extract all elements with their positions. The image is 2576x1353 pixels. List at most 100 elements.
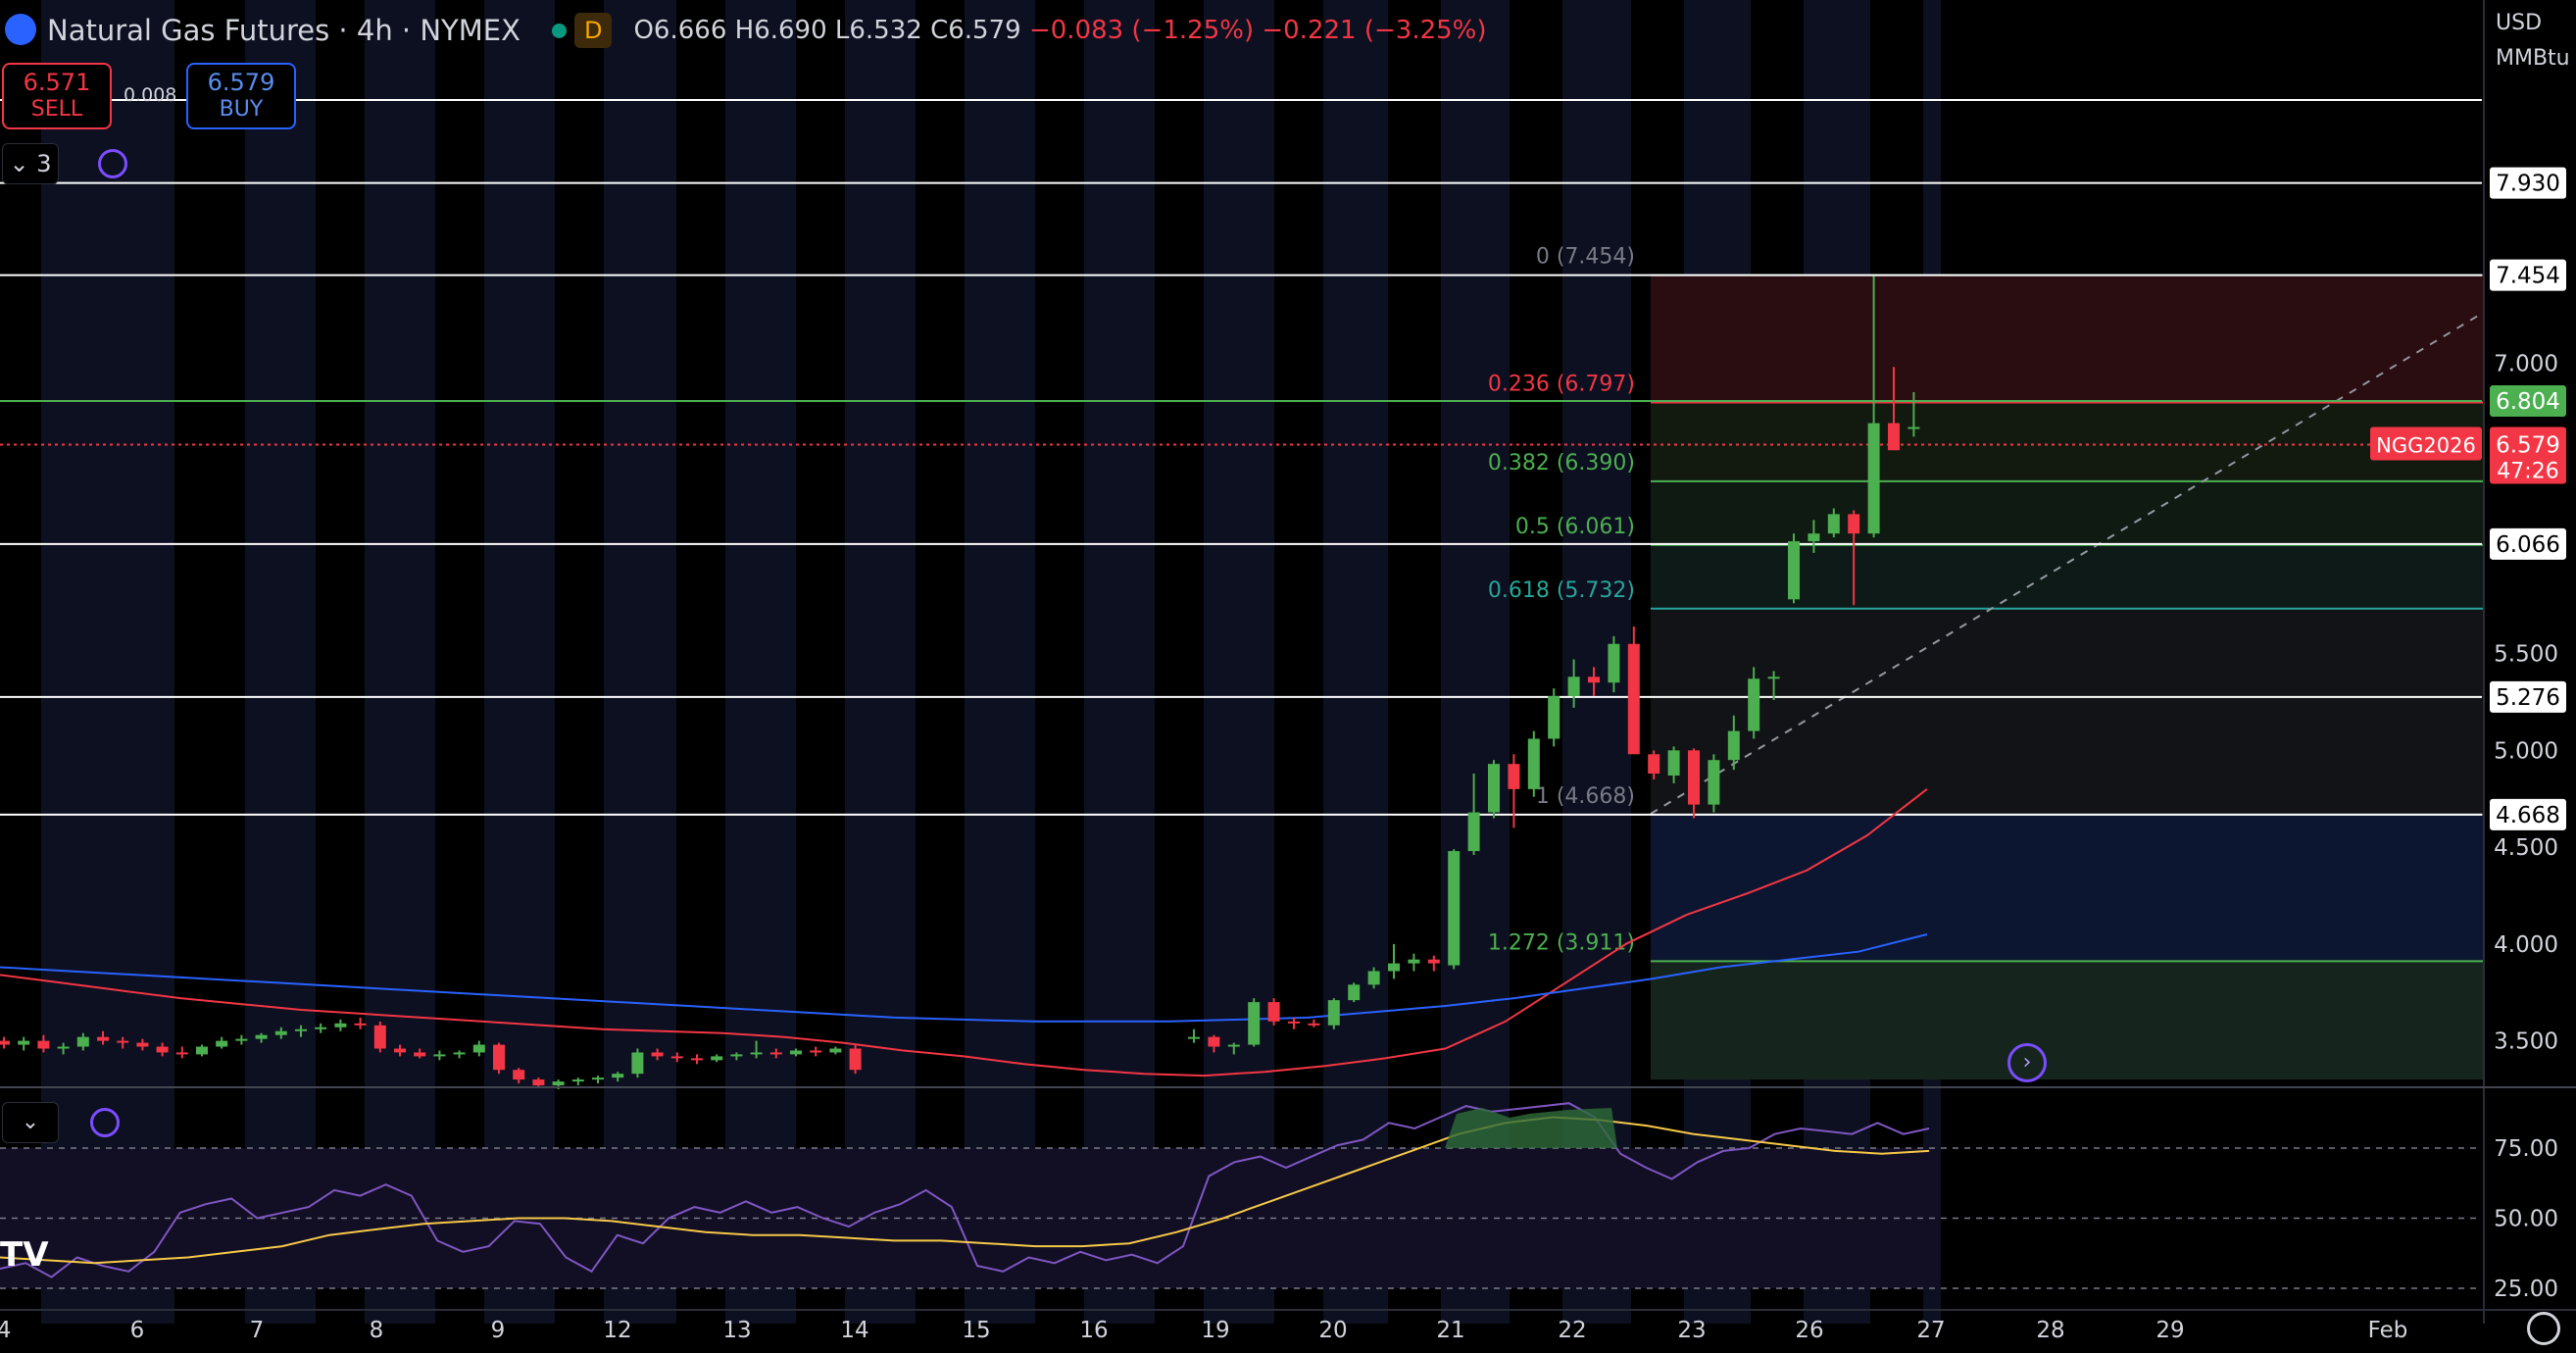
candle-body <box>1848 514 1860 534</box>
x-axis-tick-label: 16 <box>1079 1318 1108 1343</box>
candle <box>1627 626 1640 755</box>
buy-label: BUY <box>219 97 264 122</box>
candle-body <box>513 1070 525 1080</box>
session-band <box>1084 0 1155 1324</box>
price-chart[interactable]: 0 (7.454) 0.236 (6.797) 0.382 (6.390) 0.5 (… <box>0 0 2576 1353</box>
symbol-header: Natural Gas Futures · 4h · NYMEX D O6.66… <box>0 0 1487 61</box>
candle <box>433 1050 446 1061</box>
fib-zone <box>1651 608 2484 815</box>
tradingview-logo: TV <box>0 1235 49 1275</box>
candle-body <box>1227 1044 1240 1047</box>
sync-icon[interactable] <box>98 149 127 178</box>
rsi-toggle-button[interactable]: ⌄ <box>2 1102 59 1143</box>
candle-body <box>493 1044 505 1071</box>
candle-body <box>1627 643 1640 755</box>
gear-icon[interactable] <box>2527 1312 2560 1345</box>
candle-body <box>1448 851 1461 966</box>
candle <box>472 1040 485 1057</box>
symbol-title[interactable]: Natural Gas Futures · 4h · NYMEX <box>47 14 520 47</box>
candle <box>373 1021 386 1053</box>
candle-body <box>1567 676 1580 697</box>
fib-level-label: 1 (4.668) <box>1536 784 1635 809</box>
candle <box>1327 998 1340 1029</box>
candle-body <box>612 1074 624 1078</box>
candle-body <box>394 1048 406 1053</box>
candle-body <box>354 1023 367 1026</box>
candle-body <box>18 1040 30 1045</box>
candle <box>1267 998 1280 1026</box>
candle <box>0 1036 10 1049</box>
unit-label[interactable]: MMBtu <box>2490 41 2576 76</box>
x-axis-tick-label: 27 <box>1916 1318 1945 1343</box>
candle-body <box>274 1030 287 1035</box>
candle-body <box>433 1054 446 1057</box>
candle-body <box>1907 426 1920 429</box>
fib-level-label: 0.5 (6.061) <box>1515 515 1635 539</box>
candle-body <box>175 1052 188 1055</box>
candle <box>1708 754 1720 813</box>
candle <box>1448 849 1461 970</box>
candle-body <box>750 1052 763 1055</box>
candle-body <box>1808 533 1820 542</box>
candle-body <box>691 1058 703 1061</box>
candle-body <box>1688 750 1700 805</box>
currency-label[interactable]: USD <box>2490 6 2576 41</box>
x-axis-tick-label: 12 <box>603 1318 631 1343</box>
candle-body <box>1727 730 1740 761</box>
x-axis-tick-label: 19 <box>1201 1318 1229 1343</box>
rsi-overbought-fill <box>1445 1108 1617 1148</box>
candle-body <box>829 1048 842 1053</box>
x-axis-tick-label: 9 <box>491 1318 506 1343</box>
session-band <box>245 0 316 1324</box>
chevron-down-icon: ⌄ <box>9 150 29 177</box>
indicators-toggle-button[interactable]: ⌄ 3 <box>2 143 59 184</box>
candle <box>1388 943 1400 979</box>
candle <box>810 1046 822 1057</box>
x-axis-tick-label: 21 <box>1436 1318 1464 1343</box>
candle <box>1288 1017 1300 1029</box>
candle <box>1488 760 1500 819</box>
level-price-badge-label: 7.454 <box>2496 264 2560 289</box>
candle-body <box>532 1079 545 1086</box>
y-axis-tick-label: 4.500 <box>2494 835 2558 861</box>
candle-body <box>571 1079 584 1082</box>
candle <box>196 1044 208 1057</box>
bar-countdown-label: 47:26 <box>2497 459 2558 483</box>
sell-button[interactable]: 6.571 SELL <box>2 63 112 129</box>
buy-button[interactable]: 6.579 BUY <box>186 63 296 129</box>
sell-label: SELL <box>30 97 83 122</box>
scroll-to-realtime-icon[interactable]: › <box>2007 1043 2047 1082</box>
candle <box>334 1019 347 1031</box>
symbol-tag-label: NGG2026 <box>2376 433 2476 457</box>
high-value: H6.690 <box>734 16 827 45</box>
rsi-sync-icon[interactable] <box>90 1108 120 1137</box>
candle <box>1248 998 1261 1047</box>
candle <box>1188 1028 1200 1043</box>
candle-body <box>0 1040 10 1045</box>
fib-zone <box>1651 814 2484 962</box>
candle-body <box>295 1028 307 1031</box>
session-band <box>365 0 435 1324</box>
candle <box>1348 982 1361 1003</box>
candle-body <box>592 1077 604 1080</box>
x-axis-tick-label: 20 <box>1318 1318 1347 1343</box>
rsi-level-label: 25.00 <box>2494 1277 2558 1302</box>
candle-body <box>1827 514 1840 534</box>
close-value: C6.579 <box>930 16 1021 45</box>
y-axis-tick-label: 4.000 <box>2494 932 2558 958</box>
session-band <box>845 0 916 1324</box>
level-price-badge-label: 7.930 <box>2496 172 2560 197</box>
axis-unit-selector[interactable]: USD MMBtu <box>2490 6 2576 76</box>
candle <box>453 1050 466 1059</box>
x-axis-tick-label: 14 <box>840 1318 868 1343</box>
x-axis-tick-label: 23 <box>1677 1318 1706 1343</box>
change-value: −0.083 (−1.25%) <box>1028 16 1255 45</box>
x-axis-tick-label: 29 <box>2155 1318 2184 1343</box>
session-band <box>725 0 796 1324</box>
candle-body <box>1608 643 1620 683</box>
candle-body <box>1667 750 1680 777</box>
y-axis-tick-label: 5.000 <box>2494 738 2558 764</box>
candle-body <box>711 1056 723 1061</box>
candle <box>1508 754 1520 828</box>
candle <box>18 1036 30 1051</box>
